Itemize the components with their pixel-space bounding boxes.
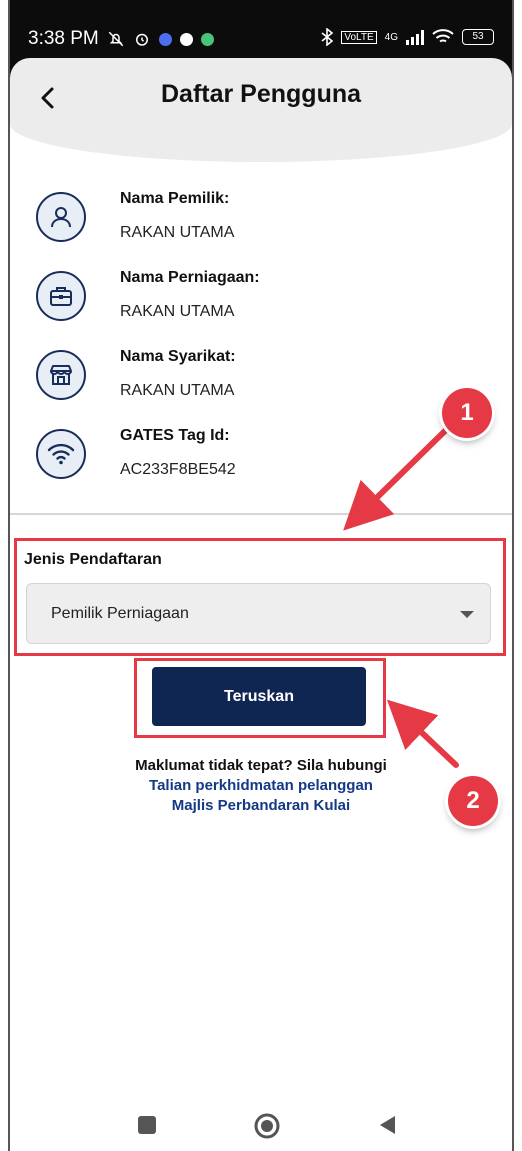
network-type: 4G: [384, 31, 398, 43]
circle-icon: [254, 1113, 280, 1139]
registration-type-select[interactable]: Pemilik Perniagaan: [26, 583, 491, 644]
user-icon: [36, 192, 86, 242]
store-icon: [36, 350, 86, 400]
dropdown-arrow-icon: [460, 611, 474, 618]
incorrect-info-text: Maklumat tidak tepat? Sila hubungi: [135, 757, 387, 774]
company-name-value: RAKAN UTAMA: [120, 382, 235, 399]
continue-button[interactable]: Teruskan: [152, 667, 366, 726]
bell-off-icon: [108, 31, 124, 47]
recent-apps-button[interactable]: [136, 1114, 158, 1136]
volte-icon: VoLTE: [341, 30, 377, 44]
business-name-label: Nama Perniagaan:: [120, 269, 260, 286]
gates-tag-value: AC233F8BE542: [120, 461, 236, 478]
battery-icon: 53: [462, 29, 494, 45]
alarm-icon: [135, 33, 148, 46]
owner-name-value: RAKAN UTAMA: [120, 224, 235, 241]
gates-tag-row: GATES Tag Id: AC233F8BE542: [34, 427, 454, 497]
page-header: Daftar Pengguna: [10, 58, 512, 162]
triangle-back-icon: [380, 1116, 395, 1134]
council-name-link[interactable]: Majlis Perbandaran Kulai: [0, 797, 522, 814]
app-notification-icon: [200, 32, 214, 46]
annotation-badge-1: 1: [442, 388, 492, 438]
page-title: Daftar Pengguna: [160, 80, 362, 108]
wifi-status-icon: [432, 29, 454, 43]
app-notification-icon: [158, 32, 172, 46]
annotation-badge-2: 2: [448, 776, 498, 826]
briefcase-icon: [36, 271, 86, 321]
owner-name-row: Nama Pemilik: RAKAN UTAMA: [34, 190, 454, 260]
business-name-value: RAKAN UTAMA: [120, 303, 235, 320]
square-icon: [138, 1116, 156, 1134]
back-nav-button[interactable]: [376, 1114, 398, 1136]
home-button[interactable]: [253, 1112, 281, 1140]
company-name-label: Nama Syarikat:: [120, 348, 236, 365]
app-notification-icon: [179, 32, 193, 46]
section-divider: [10, 513, 512, 515]
customer-service-link[interactable]: Talian perkhidmatan pelanggan: [0, 777, 522, 794]
navigation-bar: [0, 1100, 522, 1151]
status-time: 3:38 PM: [28, 28, 99, 49]
registration-type-value: Pemilik Perniagaan: [51, 605, 189, 622]
registration-type-label: Jenis Pendaftaran: [24, 551, 162, 568]
owner-name-label: Nama Pemilik:: [120, 190, 230, 207]
wifi-icon: [36, 429, 86, 479]
business-name-row: Nama Perniagaan: RAKAN UTAMA: [34, 269, 454, 339]
company-name-row: Nama Syarikat: RAKAN UTAMA: [34, 348, 454, 418]
bluetooth-icon: [321, 28, 334, 46]
signal-icon: [406, 29, 424, 45]
gates-tag-label: GATES Tag Id:: [120, 427, 230, 444]
